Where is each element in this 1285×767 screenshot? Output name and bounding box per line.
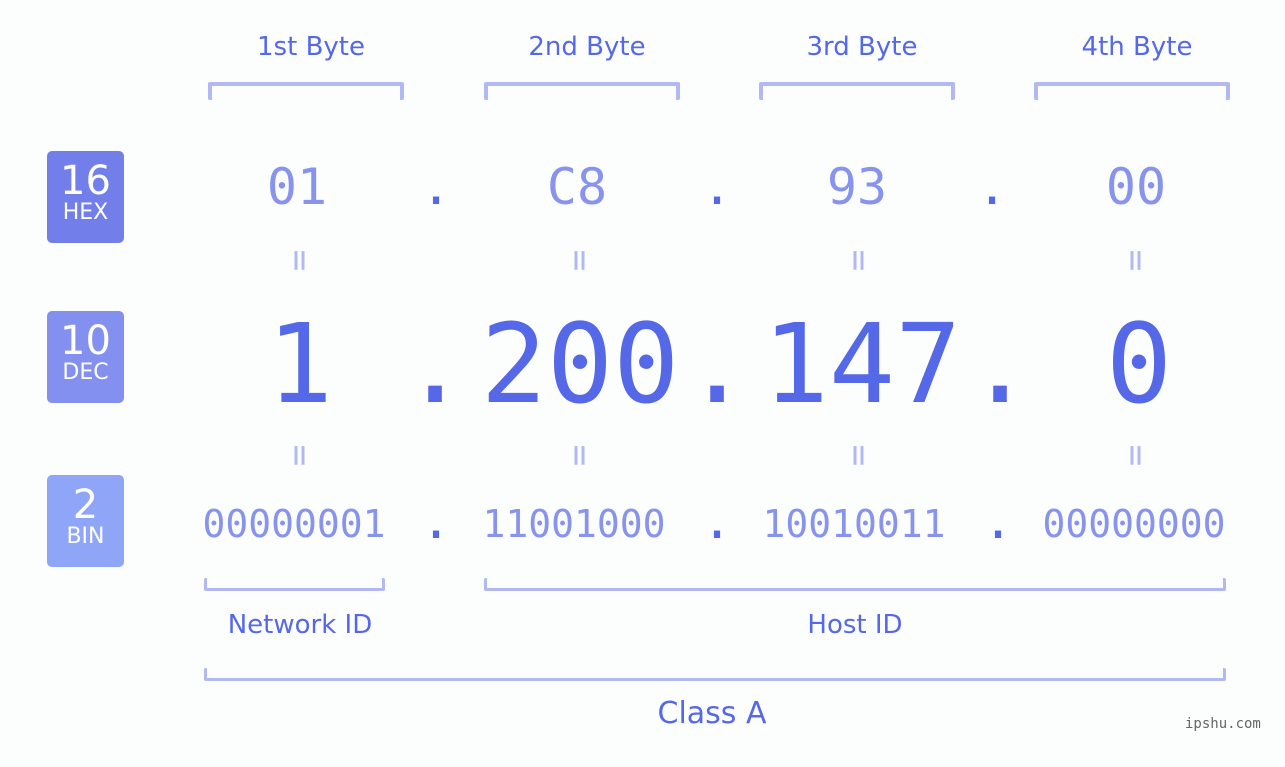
byte-header-4: 4th Byte (1081, 32, 1193, 62)
equals-sign: = (559, 249, 601, 272)
dec-dot-3: . (967, 300, 1034, 428)
dec-base-label: DEC (62, 360, 109, 385)
bin-dot-1: . (420, 492, 452, 550)
bin-base-label: BIN (66, 524, 105, 549)
hex-byte-1: 01 (266, 158, 328, 216)
watermark: ipshu.com (1185, 716, 1261, 732)
byte-bracket-4 (1034, 82, 1230, 100)
bin-base-number: 2 (72, 482, 99, 528)
equals-sign: = (279, 444, 321, 467)
hex-dot-3: . (976, 158, 1008, 216)
byte-bracket-2 (484, 82, 680, 100)
bin-dot-2: . (701, 492, 733, 550)
byte-bracket-1 (208, 82, 404, 100)
hex-dot-2: . (701, 158, 733, 216)
equals-sign: = (279, 249, 321, 272)
equals-sign: = (1115, 444, 1157, 467)
host-id-bracket (484, 578, 1226, 591)
equals-sign: = (559, 444, 601, 467)
dec-base-number: 10 (60, 318, 111, 364)
bin-byte-1: 00000001 (202, 502, 386, 546)
dec-byte-3: 147 (762, 300, 962, 428)
byte-header-2: 2nd Byte (528, 32, 646, 62)
equals-sign: = (1115, 249, 1157, 272)
hex-byte-3: 93 (826, 158, 888, 216)
hex-badge: 16 HEX (47, 151, 124, 243)
dec-dot-1: . (402, 300, 469, 428)
dec-byte-1: 1 (266, 300, 334, 428)
network-id-bracket (204, 578, 385, 591)
class-label: Class A (657, 696, 767, 731)
dec-byte-2: 200 (480, 300, 680, 428)
host-id-label: Host ID (807, 610, 903, 640)
dec-dot-2: . (684, 300, 751, 428)
bin-byte-2: 11001000 (482, 502, 666, 546)
dec-badge: 10 DEC (47, 311, 124, 403)
byte-header-1: 1st Byte (257, 32, 365, 62)
class-bracket (204, 668, 1226, 681)
bin-byte-4: 00000000 (1042, 502, 1226, 546)
hex-base-number: 16 (60, 158, 111, 204)
equals-sign: = (838, 444, 880, 467)
hex-byte-2: C8 (546, 158, 608, 216)
hex-byte-4: 00 (1105, 158, 1167, 216)
byte-header-3: 3rd Byte (806, 32, 918, 62)
bin-badge: 2 BIN (47, 475, 124, 567)
bin-dot-3: . (982, 492, 1014, 550)
equals-sign: = (838, 249, 880, 272)
dec-byte-4: 0 (1105, 300, 1173, 428)
hex-dot-1: . (420, 158, 452, 216)
network-id-label: Network ID (227, 610, 373, 640)
bin-byte-3: 10010011 (762, 502, 946, 546)
byte-bracket-3 (759, 82, 955, 100)
hex-base-label: HEX (62, 200, 109, 225)
